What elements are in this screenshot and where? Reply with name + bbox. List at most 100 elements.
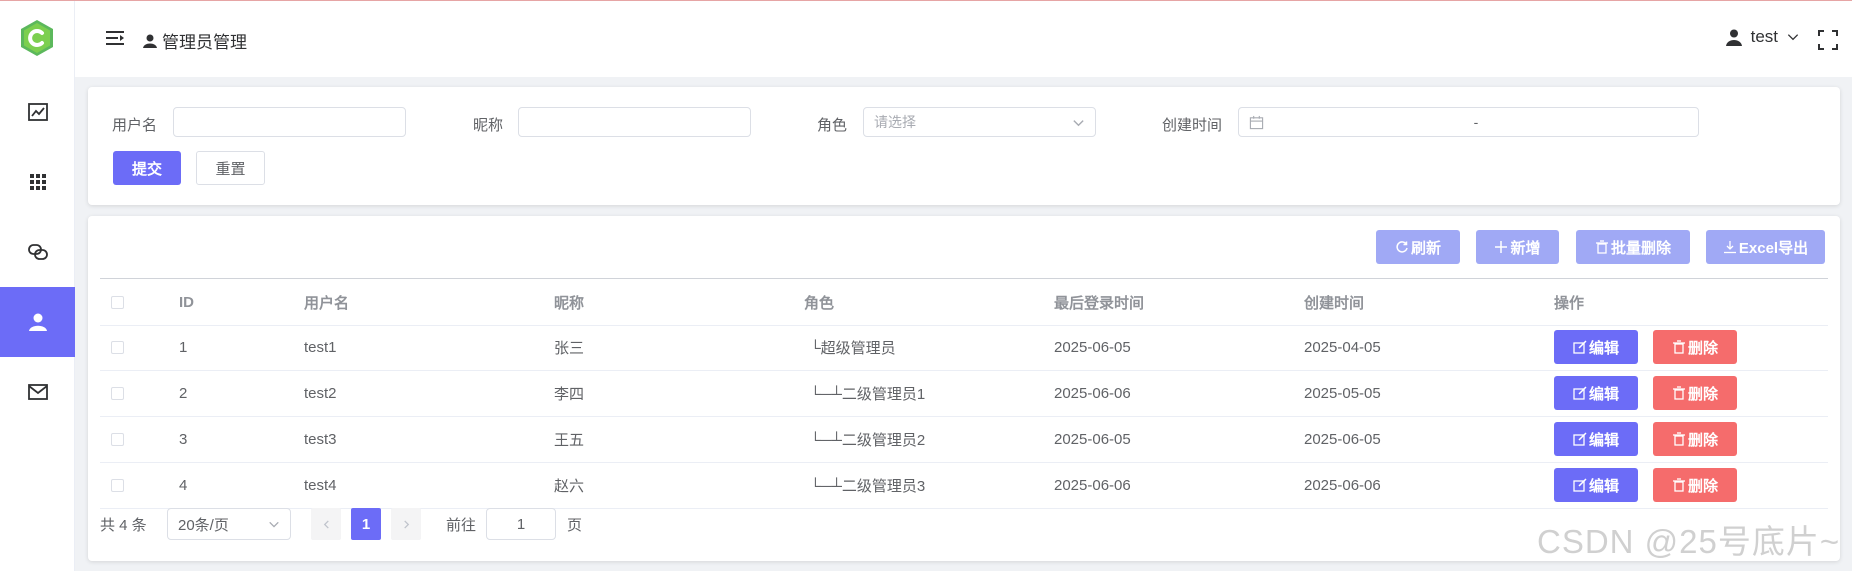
table-row: 3 test3 王五 └─┴二级管理员2 2025-06-05 2025-06-… — [100, 416, 1828, 463]
cell-id: 2 — [179, 384, 188, 402]
menu-fold-icon[interactable] — [106, 30, 124, 46]
table-row: 2 test2 李四 └─┴二级管理员1 2025-06-06 2025-05-… — [100, 370, 1828, 417]
cell-id: 1 — [179, 338, 188, 356]
user-icon — [28, 313, 47, 331]
trash-icon — [1595, 240, 1608, 254]
add-button[interactable]: 新增 — [1476, 230, 1559, 264]
grid-icon — [29, 174, 46, 190]
delete-label: 删除 — [1687, 385, 1718, 403]
cell-username: test2 — [304, 384, 337, 402]
filter-panel: 用户名 昵称 角色 请选择 创建时间 - 提交 重置 — [88, 87, 1840, 205]
batch-delete-label: 批量删除 — [1610, 239, 1671, 257]
cell-created: 2025-05-05 — [1304, 384, 1381, 402]
edit-icon — [1573, 340, 1587, 354]
chevron-down-icon — [1073, 119, 1084, 126]
delete-button[interactable]: 删除 — [1653, 468, 1737, 502]
column-header-actions: 操作 — [1554, 294, 1585, 312]
delete-label: 删除 — [1687, 477, 1718, 495]
sidebar — [0, 1, 75, 571]
cell-username: test1 — [304, 338, 337, 356]
table-row: 1 test1 张三 └超级管理员 2025-06-05 2025-04-05 … — [100, 324, 1828, 371]
column-header-role: 角色 — [804, 294, 835, 312]
cell-nickname: 赵六 — [554, 477, 585, 495]
delete-label: 删除 — [1687, 431, 1718, 449]
goto-page-input[interactable]: 1 — [486, 508, 556, 540]
delete-button[interactable]: 删除 — [1653, 376, 1737, 410]
username-label: 用户名 — [112, 117, 158, 134]
download-icon — [1723, 241, 1736, 254]
row-checkbox[interactable] — [111, 432, 124, 446]
edit-icon — [1573, 432, 1587, 446]
delete-button[interactable]: 删除 — [1653, 422, 1737, 456]
edit-button[interactable]: 编辑 — [1554, 468, 1638, 502]
prev-page-button[interactable] — [311, 508, 341, 540]
row-checkbox[interactable] — [111, 478, 124, 492]
date-range-picker[interactable]: - — [1238, 107, 1699, 137]
edit-label: 编辑 — [1588, 385, 1619, 403]
sidebar-item-users[interactable] — [0, 287, 75, 357]
plus-icon — [1495, 241, 1508, 253]
add-label: 新增 — [1510, 239, 1541, 257]
cell-nickname: 王五 — [554, 431, 585, 449]
cell-created: 2025-06-06 — [1304, 476, 1381, 494]
page-size-select[interactable]: 20条/页 — [167, 508, 291, 540]
page-number-current[interactable]: 1 — [351, 508, 381, 540]
calendar-icon — [1249, 115, 1264, 129]
watermark: CSDN @25号底片~ — [1537, 523, 1841, 560]
excel-export-button[interactable]: Excel导出 — [1706, 230, 1825, 264]
role-select[interactable]: 请选择 — [863, 107, 1096, 137]
logo-icon — [21, 20, 53, 56]
column-header-nickname: 昵称 — [554, 294, 585, 312]
total-count: 共 4 条 — [100, 516, 147, 534]
goto-label: 前往 — [446, 516, 477, 534]
edit-button[interactable]: 编辑 — [1554, 376, 1638, 410]
edit-button[interactable]: 编辑 — [1554, 422, 1638, 456]
chevron-right-icon — [403, 519, 409, 529]
select-all-checkbox[interactable] — [111, 295, 124, 309]
chevron-left-icon — [323, 519, 329, 529]
username-input[interactable] — [173, 107, 406, 137]
row-checkbox[interactable] — [111, 386, 124, 400]
username-label: test — [1750, 27, 1778, 46]
cell-created: 2025-04-05 — [1304, 338, 1381, 356]
edit-label: 编辑 — [1588, 477, 1619, 495]
edit-icon — [1573, 478, 1587, 492]
cell-last-login: 2025-06-05 — [1054, 430, 1131, 448]
cell-created: 2025-06-05 — [1304, 430, 1381, 448]
sidebar-item-dashboard[interactable] — [0, 77, 75, 147]
cell-username: test4 — [304, 476, 337, 494]
trash-icon — [1672, 386, 1685, 400]
trash-icon — [1672, 478, 1685, 492]
cell-role: └─┴二级管理员3 — [810, 477, 926, 495]
sidebar-item-mail[interactable] — [0, 357, 75, 427]
created-time-label: 创建时间 — [1162, 117, 1223, 134]
submit-button[interactable]: 提交 — [113, 151, 181, 185]
edit-icon — [1573, 386, 1587, 400]
user-avatar-icon — [1725, 29, 1742, 46]
column-header-created: 创建时间 — [1304, 294, 1365, 312]
column-header-id: ID — [179, 293, 194, 311]
edit-button[interactable]: 编辑 — [1554, 330, 1638, 364]
page-size-value: 20条/页 — [178, 516, 229, 534]
cell-last-login: 2025-06-05 — [1054, 338, 1131, 356]
reset-button[interactable]: 重置 — [196, 151, 265, 185]
batch-delete-button[interactable]: 批量删除 — [1576, 230, 1690, 264]
top-bar: 管理员管理 test — [75, 1, 1852, 77]
breadcrumb-label: 管理员管理 — [162, 33, 247, 52]
row-checkbox[interactable] — [111, 340, 124, 354]
delete-button[interactable]: 删除 — [1653, 330, 1737, 364]
cell-id: 3 — [179, 430, 188, 448]
sidebar-item-apps[interactable] — [0, 147, 75, 217]
sidebar-item-links[interactable] — [0, 217, 75, 287]
user-dropdown[interactable]: test — [1725, 27, 1800, 47]
trash-icon — [1672, 432, 1685, 446]
refresh-button[interactable]: 刷新 — [1376, 230, 1460, 264]
edit-label: 编辑 — [1588, 339, 1619, 357]
next-page-button[interactable] — [391, 508, 421, 540]
chevron-down-icon — [269, 521, 279, 528]
cell-id: 4 — [179, 476, 188, 494]
table-row: 4 test4 赵六 └─┴二级管理员3 2025-06-06 2025-06-… — [100, 462, 1828, 509]
delete-label: 删除 — [1687, 339, 1718, 357]
nickname-input[interactable] — [518, 107, 751, 137]
fullscreen-icon[interactable] — [1818, 30, 1838, 50]
